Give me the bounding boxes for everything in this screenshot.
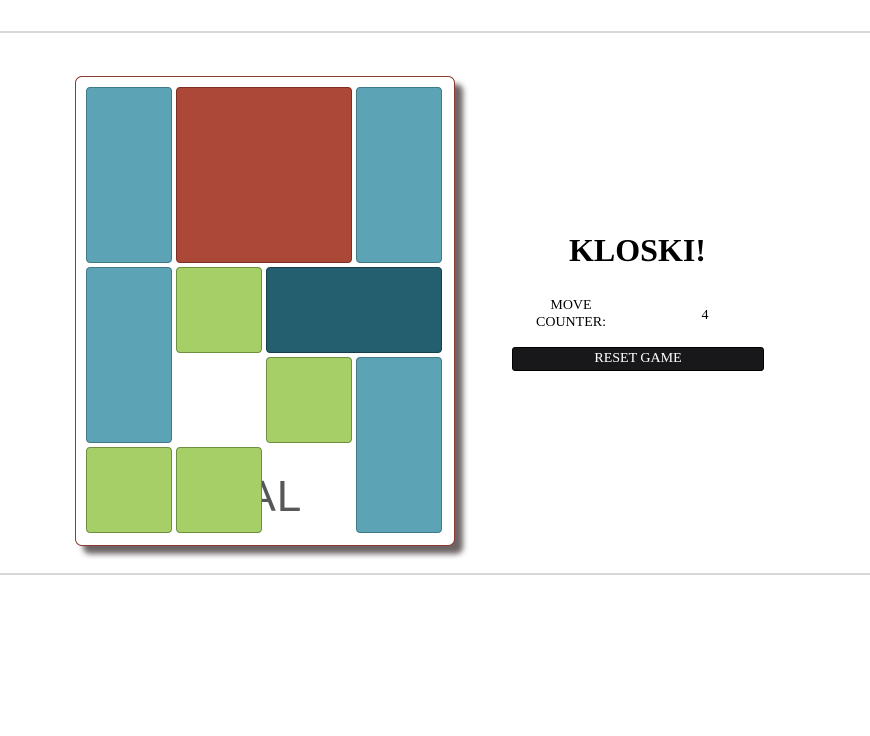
top-divider bbox=[0, 31, 870, 33]
block-big[interactable] bbox=[176, 87, 352, 263]
block-small-1[interactable] bbox=[176, 267, 262, 353]
block-tall-4[interactable] bbox=[356, 357, 442, 533]
reset-game-button[interactable]: RESET GAME bbox=[512, 347, 764, 371]
block-tall-3[interactable] bbox=[86, 267, 172, 443]
block-tall-1[interactable] bbox=[86, 87, 172, 263]
block-small-2[interactable] bbox=[266, 357, 352, 443]
move-counter-label: MOVE COUNTER: bbox=[536, 298, 606, 330]
block-small-3[interactable] bbox=[86, 447, 172, 533]
move-counter-value: 4 bbox=[701, 308, 709, 323]
block-small-4[interactable] bbox=[176, 447, 262, 533]
block-wide[interactable] bbox=[266, 267, 442, 353]
block-tall-2[interactable] bbox=[356, 87, 442, 263]
game-title: KLOSKI! bbox=[569, 232, 706, 268]
game-board: GOAL bbox=[75, 76, 455, 546]
bottom-divider bbox=[0, 573, 870, 575]
